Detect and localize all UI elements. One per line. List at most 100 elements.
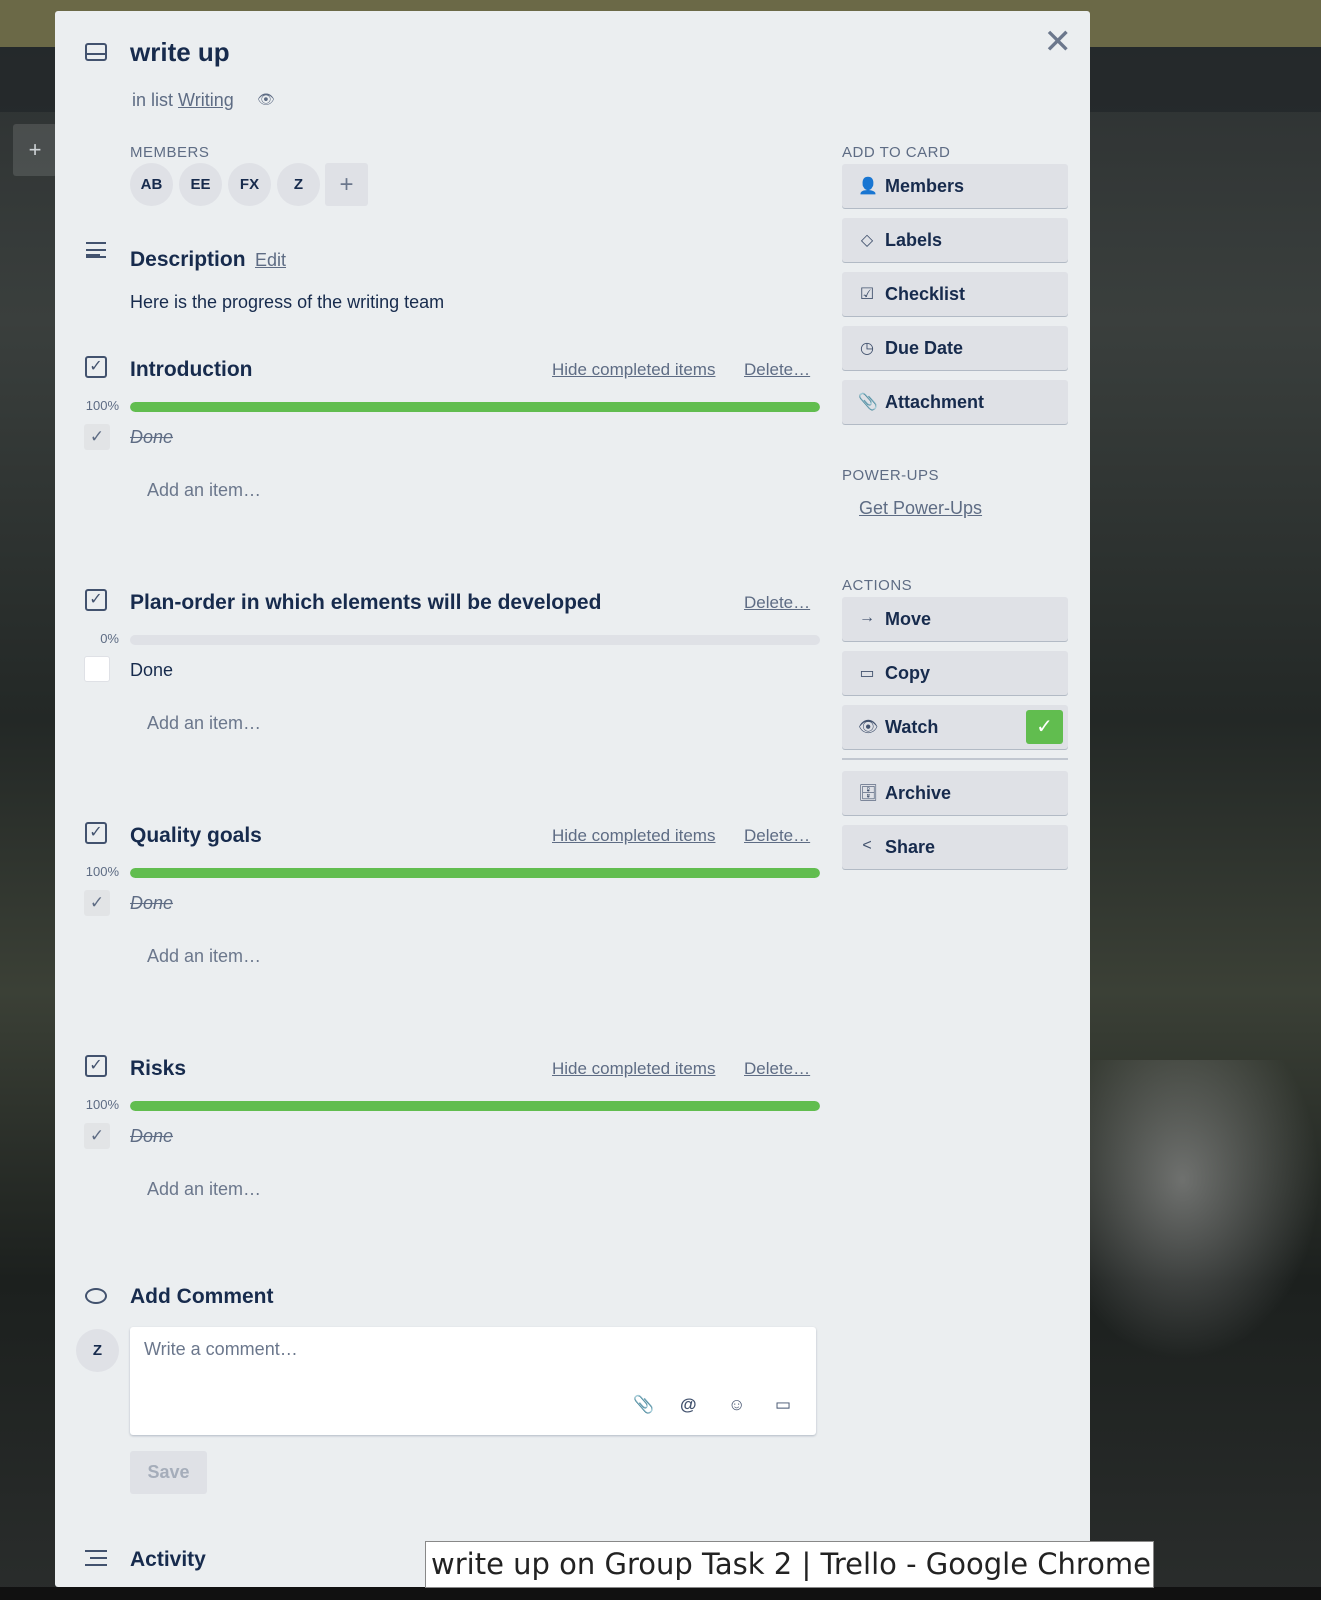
comment-box: 📎 @ ☺ ▭ (130, 1327, 816, 1435)
paperclip-icon: 📎 (858, 394, 878, 411)
description-text[interactable]: Here is the progress of the writing team (130, 292, 444, 313)
progress-fill (130, 868, 820, 878)
watch-check-icon: ✓ (1026, 710, 1063, 744)
tag-icon: ◇ (860, 232, 874, 249)
in-list-prefix: in list (132, 90, 174, 110)
description-icon (86, 242, 106, 258)
delete-checklist-link[interactable]: Delete… (744, 593, 810, 613)
paperclip-icon[interactable]: 📎 (633, 1395, 654, 1415)
archive-button[interactable]: 🗄 Archive (842, 771, 1068, 815)
add-item-button[interactable]: Add an item… (147, 1179, 261, 1200)
checklist-percent: 0% (100, 631, 119, 646)
item-checkbox[interactable]: ✓ (84, 1123, 110, 1149)
checkbox-icon: ☑ (859, 286, 875, 303)
button-label: Watch (885, 717, 939, 737)
checklist-progress-bar (130, 635, 820, 645)
checklist-title[interactable]: Quality goals (130, 824, 262, 848)
comment-input[interactable] (144, 1339, 744, 1360)
description-heading: Description (130, 248, 246, 271)
card-icon: ▭ (859, 665, 875, 682)
save-comment-button[interactable]: Save (130, 1451, 207, 1494)
labels-button[interactable]: ◇ Labels (842, 218, 1068, 262)
add-member-button[interactable]: + (325, 163, 368, 206)
move-button[interactable]: → Move (842, 597, 1068, 641)
archive-icon: 🗄 (858, 785, 879, 802)
checklist-percent: 100% (85, 1097, 119, 1112)
checklist-item[interactable]: Done (130, 1126, 173, 1147)
add-item-button[interactable]: Add an item… (147, 713, 261, 734)
add-comment-heading: Add Comment (130, 1285, 274, 1308)
checklist-item[interactable]: Done (130, 893, 173, 914)
progress-fill (130, 402, 820, 412)
comment-icon (85, 1288, 107, 1304)
card-detail-modal: ✕ write up in list Writing 👁 MEMBERS AB … (55, 11, 1090, 1587)
mention-icon[interactable]: @ (680, 1395, 697, 1415)
watch-button[interactable]: 👁 Watch ✓ (842, 705, 1068, 749)
window-title-tooltip: write up on Group Task 2 | Trello - Goog… (425, 1541, 1154, 1588)
close-icon[interactable]: ✕ (1044, 25, 1073, 59)
checklist-item[interactable]: Done (130, 427, 173, 448)
member-avatar[interactable]: FX (228, 163, 271, 206)
button-label: Attachment (885, 392, 985, 412)
item-checkbox[interactable]: ✓ (84, 424, 110, 450)
due-date-button[interactable]: ◷ Due Date (842, 326, 1068, 370)
description-edit-link[interactable]: Edit (255, 250, 286, 271)
checklist-progress-bar (130, 402, 820, 412)
hide-completed-link[interactable]: Hide completed items (552, 1059, 715, 1079)
card-list-info: in list Writing (132, 90, 234, 111)
card-title[interactable]: write up (130, 37, 230, 68)
hide-completed-link[interactable]: Hide completed items (552, 360, 715, 380)
actions-heading: ACTIONS (842, 577, 913, 594)
checklist-icon: ✓ (85, 589, 107, 611)
member-avatar[interactable]: Z (277, 163, 320, 206)
share-icon: < (862, 837, 872, 854)
eye-icon: 👁 (257, 91, 275, 107)
checklist-title[interactable]: Plan-order in which elements will be dev… (130, 591, 601, 615)
checklist-button[interactable]: ☑ Checklist (842, 272, 1068, 316)
add-list-button[interactable]: + (13, 124, 57, 176)
activity-icon (85, 1550, 107, 1566)
member-avatar[interactable]: AB (130, 163, 173, 206)
delete-checklist-link[interactable]: Delete… (744, 360, 810, 380)
checklist-percent: 100% (85, 864, 119, 879)
button-label: Move (885, 609, 932, 629)
members-button[interactable]: 👤 Members (842, 164, 1068, 208)
add-item-button[interactable]: Add an item… (147, 480, 261, 501)
clock-icon: ◷ (860, 340, 874, 357)
copy-button[interactable]: ▭ Copy (842, 651, 1068, 695)
checklist-title[interactable]: Risks (130, 1057, 186, 1081)
attachment-button[interactable]: 📎 Attachment (842, 380, 1068, 424)
button-label: Copy (885, 663, 930, 683)
checklist-icon: ✓ (85, 822, 107, 844)
checklist-icon: ✓ (85, 356, 107, 378)
progress-fill (130, 1101, 820, 1111)
add-item-button[interactable]: Add an item… (147, 946, 261, 967)
button-label: Checklist (885, 284, 966, 304)
checklist-percent: 100% (85, 398, 119, 413)
item-checkbox[interactable] (84, 656, 110, 682)
checklist-title[interactable]: Introduction (130, 358, 252, 382)
hide-completed-link[interactable]: Hide completed items (552, 826, 715, 846)
person-icon: 👤 (858, 178, 878, 195)
member-avatar[interactable]: EE (179, 163, 222, 206)
checklist-item[interactable]: Done (130, 660, 173, 681)
share-button[interactable]: < Share (842, 825, 1068, 869)
card-icon[interactable]: ▭ (775, 1395, 791, 1415)
card-icon (85, 43, 107, 61)
list-link[interactable]: Writing (178, 90, 234, 110)
arrow-right-icon: → (859, 609, 875, 626)
delete-checklist-link[interactable]: Delete… (744, 826, 810, 846)
user-avatar[interactable]: Z (76, 1329, 119, 1372)
activity-heading: Activity (130, 1548, 206, 1571)
members-heading: MEMBERS (130, 144, 210, 161)
emoji-icon[interactable]: ☺ (728, 1395, 745, 1415)
sidebar-divider (842, 758, 1068, 760)
add-to-card-heading: ADD TO CARD (842, 144, 951, 161)
item-checkbox[interactable]: ✓ (84, 890, 110, 916)
checklist-progress-bar (130, 1101, 820, 1111)
button-label: Labels (885, 230, 943, 250)
button-label: Archive (885, 783, 952, 803)
get-power-ups-link[interactable]: Get Power-Ups (859, 498, 982, 519)
delete-checklist-link[interactable]: Delete… (744, 1059, 810, 1079)
background-image-detail (1090, 1060, 1321, 1360)
